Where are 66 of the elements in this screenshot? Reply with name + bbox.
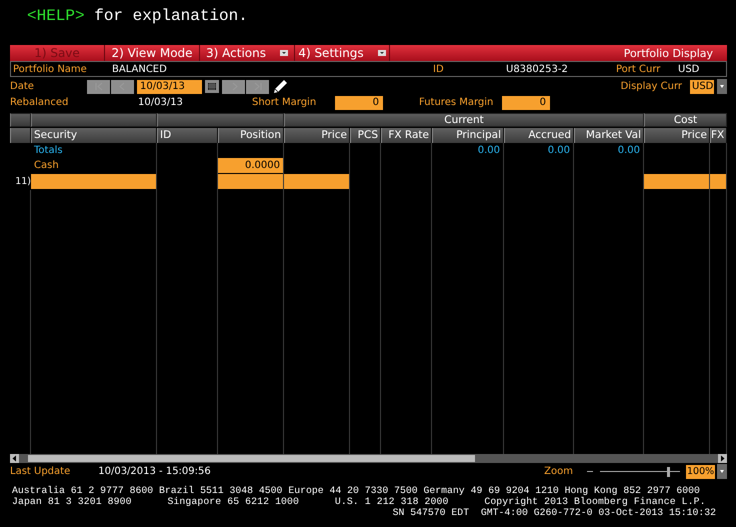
field-label: ID: [433, 64, 445, 74]
column-header[interactable]: Price: [284, 128, 350, 143]
next-button[interactable]: [222, 80, 245, 94]
table-cell-text: 0.00: [616, 144, 641, 158]
zoom-field[interactable]: 100%: [686, 464, 715, 478]
last-update-time: 10/03/2013 - 15:09:56: [98, 466, 211, 477]
column-header[interactable]: Market Val: [574, 128, 644, 143]
date-field[interactable]: 10/03/13: [137, 80, 202, 94]
menu-button[interactable]: 3) Actions: [200, 45, 295, 61]
dropdown-icon[interactable]: [717, 464, 727, 479]
column-header[interactable]: Principal: [432, 128, 504, 143]
column-header: [10, 128, 31, 143]
column-header[interactable]: Price: [644, 128, 710, 143]
contact-line: Australia 61 2 9777 8600 Brazil 5511 3048 4500 Europe 44 20 7330 7500 Germany 49 69 9204 1210 Hong Kong 852 2977 6000: [12, 485, 701, 496]
calendar-icon[interactable]: [205, 80, 219, 93]
field-label: Zoom: [544, 466, 573, 477]
field-label: Portfolio Name: [12, 64, 88, 74]
input-field[interactable]: [710, 174, 726, 189]
rebalanced-date: 10/03/13: [138, 97, 184, 108]
column-group-header: Current: [284, 113, 644, 127]
slider-thumb[interactable]: [666, 466, 670, 476]
field-label: Rebalanced: [10, 97, 70, 108]
screen-title: Portfolio Display: [624, 46, 714, 60]
column-header[interactable]: ID: [157, 128, 218, 143]
horizontal-scrollbar[interactable]: [10, 454, 727, 463]
futures-margin-field[interactable]: 0: [502, 96, 550, 110]
menu-button[interactable]: 4) Settings: [295, 45, 390, 61]
field-label: Last Update: [10, 466, 70, 477]
column-group-header: Cost: [644, 113, 727, 127]
first-button[interactable]: [87, 80, 110, 94]
short-margin-field[interactable]: 0: [335, 96, 383, 110]
port-currency: USD: [678, 64, 700, 74]
dropdown-icon: [378, 50, 386, 56]
column-header[interactable]: FX Rate: [381, 128, 432, 143]
field-label: Short Margin: [252, 97, 318, 108]
column-header[interactable]: Security: [31, 128, 157, 143]
previous-button[interactable]: [111, 80, 134, 94]
table-cell-text: Cash: [33, 159, 60, 173]
portfolio-id: U8380253-2: [506, 64, 569, 74]
table-cell-text: 0.00: [546, 144, 571, 158]
field-label: Futures Margin: [419, 97, 494, 108]
currency-field[interactable]: USD: [690, 80, 714, 94]
field-label: Date: [10, 81, 35, 92]
portfolio-name: BALANCED: [112, 64, 168, 74]
column-header[interactable]: PCS: [350, 128, 381, 143]
column-header[interactable]: FX: [710, 128, 727, 143]
dropdown-icon[interactable]: [717, 79, 727, 94]
field-label: Port Curr: [616, 64, 662, 74]
dropdown-icon: [280, 50, 288, 56]
input-field[interactable]: [644, 174, 709, 189]
table-cell-text: 0.00: [476, 144, 501, 158]
contact-line: SN 547570 EDT GMT-4:00 G260-772-0 03-Oct-2013 15:10:32: [392, 507, 716, 518]
pencil-icon[interactable]: [272, 79, 288, 94]
input-field[interactable]: [284, 174, 349, 189]
last-button[interactable]: [246, 80, 269, 94]
help-text: <HELP> for explanation.: [26, 6, 249, 27]
input-field[interactable]: [31, 174, 156, 189]
table-cell-text: Totals: [33, 144, 64, 158]
contact-line: Japan 81 3 3201 8900 Singapore 65 6212 1000 U.S. 1 212 318 2000 Copyright 2013 Bloomberg Finance L.P.: [12, 496, 707, 507]
input-field[interactable]: [218, 174, 283, 189]
field-label: Display Curr: [620, 81, 682, 92]
input-field[interactable]: 0.0000: [218, 158, 283, 173]
row-number: 11): [15, 175, 31, 189]
column-header[interactable]: Position: [218, 128, 284, 143]
menu-button[interactable]: 2) View Mode: [105, 45, 200, 61]
column-header[interactable]: Accrued: [504, 128, 574, 143]
